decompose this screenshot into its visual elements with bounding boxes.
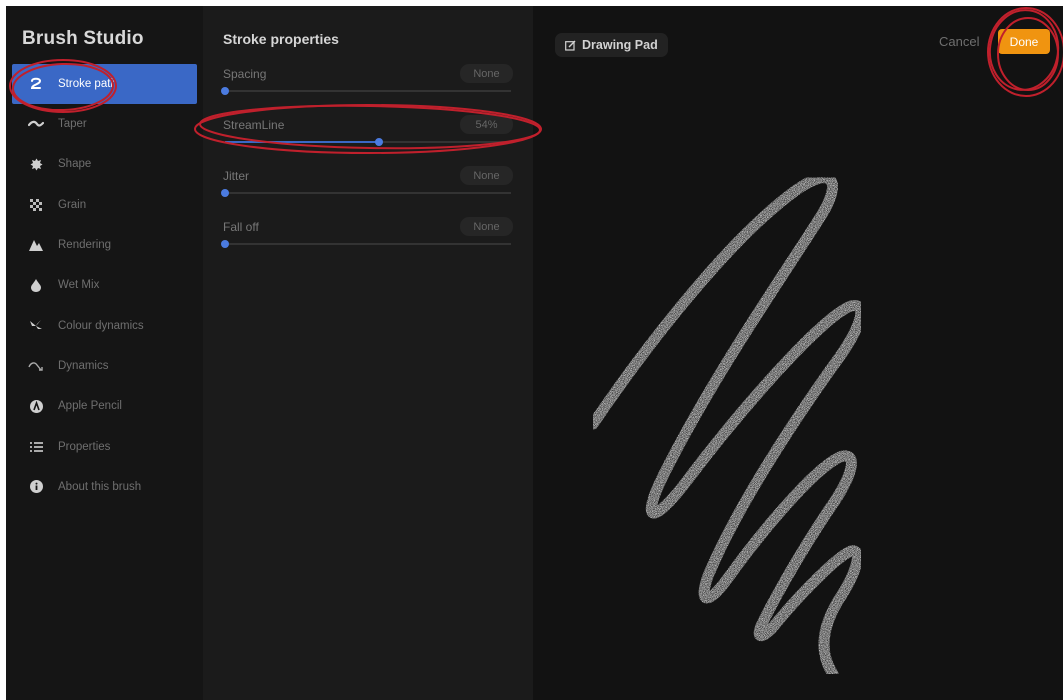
sidebar-nav: Stroke path Taper Shape Grain Rendering … <box>6 64 203 507</box>
fall-off-value[interactable]: None <box>460 217 513 236</box>
streamline-label: StreamLine <box>223 118 285 132</box>
apple-pencil-icon <box>26 399 46 413</box>
dynamics-icon <box>26 359 46 373</box>
sidebar-item-properties[interactable]: Properties <box>6 426 203 466</box>
streamline-slider[interactable]: StreamLine 54% <box>223 115 513 162</box>
sidebar-item-label: Properties <box>58 440 111 453</box>
sidebar-item-label: Grain <box>58 198 87 211</box>
sidebar-item-colour-dynamics[interactable]: Colour dynamics <box>6 305 203 345</box>
panel-title: Stroke properties <box>223 31 339 47</box>
info-icon <box>26 480 46 494</box>
sidebar-item-stroke-path[interactable]: Stroke path <box>12 64 197 104</box>
app-title: Brush Studio <box>22 28 144 49</box>
stroke-properties-panel: Stroke properties Spacing None StreamLin… <box>203 6 533 700</box>
jitter-track[interactable] <box>221 189 511 197</box>
sidebar-item-shape[interactable]: Shape <box>6 144 203 184</box>
wet-mix-icon <box>26 278 46 292</box>
sidebar-item-label: Dynamics <box>58 359 109 372</box>
done-button[interactable]: Done <box>998 29 1050 54</box>
spacing-slider[interactable]: Spacing None <box>221 64 513 111</box>
shape-icon <box>26 157 46 171</box>
sidebar-item-label: Shape <box>58 158 92 171</box>
drawing-pad-button[interactable]: Drawing Pad <box>555 33 668 57</box>
fall-off-label: Fall off <box>223 220 259 234</box>
sidebar-item-rendering[interactable]: Rendering <box>6 225 203 265</box>
fall-off-slider[interactable]: Fall off None <box>221 217 513 264</box>
sidebar: Brush Studio Stroke path Taper Shape Gra… <box>6 6 203 700</box>
colour-dynamics-icon <box>26 319 46 333</box>
streamline-thumb[interactable] <box>375 138 384 146</box>
spacing-thumb[interactable] <box>221 87 229 95</box>
sidebar-item-label: Taper <box>58 118 87 131</box>
brush-studio-window: Brush Studio Stroke path Taper Shape Gra… <box>6 6 1063 700</box>
drawing-pad-label: Drawing Pad <box>582 38 658 52</box>
streamline-value[interactable]: 54% <box>460 115 513 134</box>
jitter-label: Jitter <box>223 169 250 183</box>
taper-icon <box>26 117 46 131</box>
sidebar-item-label: About this brush <box>58 480 142 493</box>
jitter-thumb[interactable] <box>221 189 229 197</box>
sidebar-item-label: Rendering <box>58 239 112 252</box>
sidebar-item-dynamics[interactable]: Dynamics <box>6 346 203 386</box>
sidebar-item-apple-pencil[interactable]: Apple Pencil <box>6 386 203 426</box>
sidebar-item-label: Wet Mix <box>58 279 100 292</box>
sidebar-item-grain[interactable]: Grain <box>6 185 203 225</box>
sidebar-item-label: Stroke path <box>58 78 117 90</box>
jitter-value[interactable]: None <box>460 166 513 185</box>
sidebar-item-wet-mix[interactable]: Wet Mix <box>6 265 203 305</box>
brush-stroke-preview <box>587 172 867 680</box>
sidebar-item-taper[interactable]: Taper <box>6 104 203 144</box>
streamline-fill <box>225 141 380 143</box>
stroke-path-icon <box>26 77 46 91</box>
spacing-value[interactable]: None <box>460 64 513 83</box>
spacing-label: Spacing <box>223 67 267 81</box>
rendering-icon <box>26 238 46 252</box>
drawing-pad[interactable]: Drawing Pad Cancel Done <box>533 6 1063 700</box>
edit-icon <box>565 40 576 51</box>
sidebar-item-label: Colour dynamics <box>58 319 144 332</box>
spacing-track[interactable] <box>221 87 511 95</box>
sidebar-item-about-this-brush[interactable]: About this brush <box>6 467 203 507</box>
grain-icon <box>26 198 46 212</box>
streamline-track[interactable] <box>225 138 511 146</box>
properties-icon <box>26 440 46 454</box>
jitter-slider[interactable]: Jitter None <box>221 166 513 213</box>
cancel-button[interactable]: Cancel <box>939 34 979 49</box>
sidebar-item-label: Apple Pencil <box>58 400 122 413</box>
fall-off-track[interactable] <box>221 240 511 248</box>
fall-off-thumb[interactable] <box>221 240 229 248</box>
